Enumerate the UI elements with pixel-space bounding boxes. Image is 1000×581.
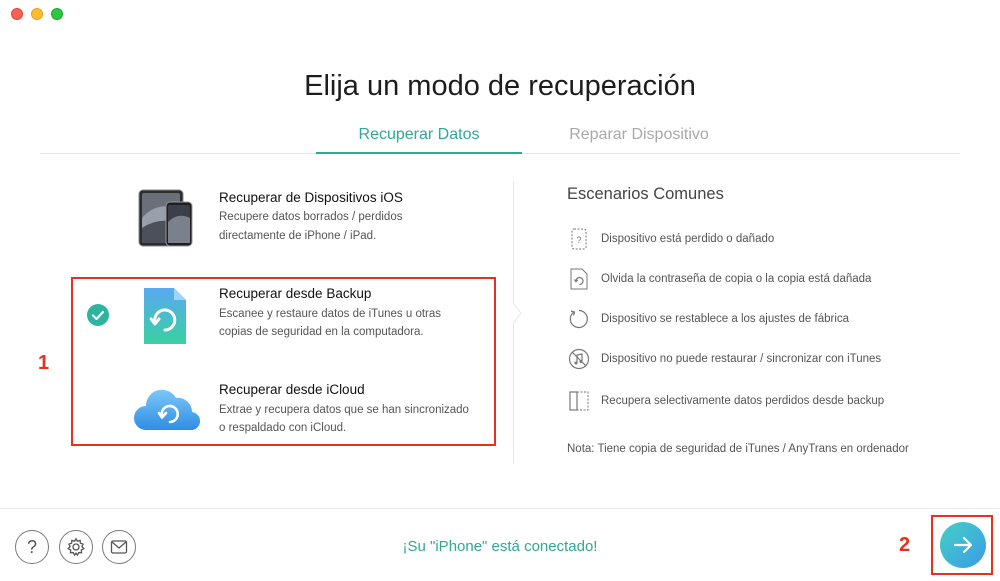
scenario-item: Dispositivo se restablece a los ajustes … — [567, 308, 849, 330]
active-tab-indicator — [316, 152, 522, 154]
devices-icon — [138, 189, 193, 247]
option-backup-desc-1: Escanee y restaure datos de iTunes u otr… — [219, 308, 442, 320]
window-minimize-button[interactable] — [31, 8, 43, 20]
no-sync-icon — [568, 348, 590, 370]
scenario-item: Olvida la contraseña de copia o la copia… — [567, 268, 871, 290]
icloud-icon — [134, 389, 201, 431]
scenario-text: Dispositivo se restablece a los ajustes … — [601, 313, 850, 325]
window-close-button[interactable] — [11, 8, 23, 20]
option-icloud[interactable]: Recuperar desde iCloud Extrae y recupera… — [130, 380, 490, 442]
selected-check-icon — [87, 304, 109, 326]
selective-icon — [569, 391, 589, 411]
arrow-right-icon — [953, 536, 973, 554]
svg-text:?: ? — [576, 235, 581, 245]
next-button[interactable] — [940, 522, 986, 568]
tab-reparar-dispositivo[interactable]: Reparar Dispositivo — [536, 126, 742, 144]
tab-recuperar-datos[interactable]: Recuperar Datos — [316, 126, 522, 144]
scenario-text: Recupera selectivamente datos perdidos d… — [601, 395, 885, 407]
footer-divider — [0, 508, 1000, 509]
option-ios-desc-1: Recupere datos borrados / perdidos — [219, 211, 403, 223]
option-icloud-title: Recuperar desde iCloud — [219, 382, 365, 397]
scenario-text: Dispositivo no puede restaurar / sincron… — [601, 353, 882, 365]
annotation-step-1: 1 — [38, 352, 50, 374]
option-backup[interactable]: Recuperar desde Backup Escanee y restaur… — [130, 284, 490, 354]
connection-status: ¡Su "iPhone" está conectado! — [402, 538, 598, 555]
reset-icon — [569, 309, 588, 329]
option-icloud-desc-1: Extrae y recupera datos que se han sincr… — [219, 404, 469, 416]
option-ios-title: Recuperar de Dispositivos iOS — [219, 190, 403, 205]
chevron-right-icon — [512, 303, 522, 323]
page-title: Elija un modo de recuperación — [304, 70, 696, 102]
backup-file-icon — [570, 268, 588, 290]
window-zoom-button[interactable] — [51, 8, 63, 20]
scenario-item: Recupera selectivamente datos perdidos d… — [567, 390, 884, 412]
backup-icon — [144, 288, 186, 344]
question-device-icon: ? — [571, 228, 587, 250]
scenarios-title: Escenarios Comunes — [567, 185, 724, 203]
scenario-text: Olvida la contraseña de copia o la copia… — [601, 273, 872, 285]
scenario-item: ? Dispositivo está perdido o dañado — [567, 228, 774, 250]
scenario-text: Dispositivo está perdido o dañado — [601, 233, 775, 245]
scenario-item: Dispositivo no puede restaurar / sincron… — [567, 348, 881, 370]
panel-divider — [513, 182, 514, 464]
scenarios-note: Nota: Tiene copia de seguridad de iTunes… — [567, 443, 909, 455]
option-ios-devices[interactable]: Recuperar de Dispositivos iOS Recupere d… — [130, 184, 490, 254]
option-icloud-desc-2: o respaldado con iCloud. — [219, 422, 347, 434]
annotation-step-2: 2 — [899, 534, 911, 556]
option-backup-desc-2: copias de seguridad en la computadora. — [219, 326, 424, 338]
option-ios-desc-2: directamente de iPhone / iPad. — [219, 230, 377, 242]
option-backup-title: Recuperar desde Backup — [219, 286, 372, 301]
